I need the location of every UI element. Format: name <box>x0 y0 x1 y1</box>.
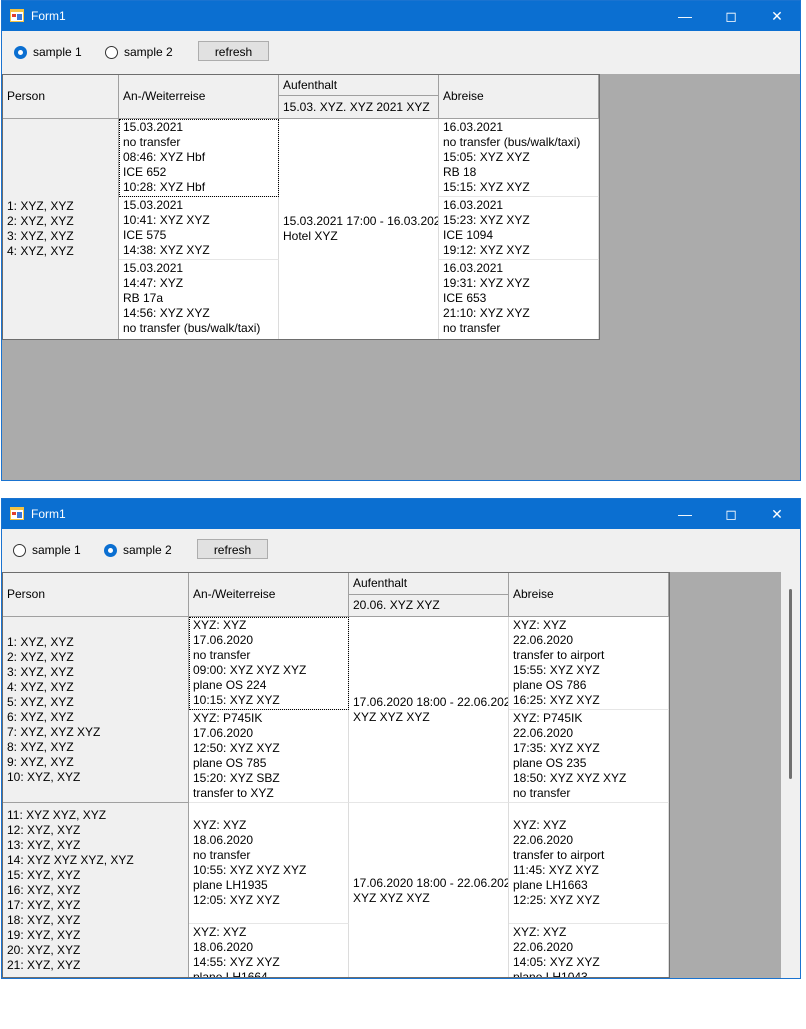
toolbar: sample 1 sample 2 refresh <box>2 529 800 572</box>
header-aufenthalt[interactable]: Aufenthalt <box>279 75 439 96</box>
app-icon <box>10 507 24 520</box>
radio-label: sample 2 <box>123 543 172 557</box>
radio-sample-1[interactable]: sample 1 <box>14 44 82 60</box>
form-window: Form1 — ◻ ✕ sample 1 sample 2 refresh Pe… <box>1 498 801 979</box>
scrollbar-thumb[interactable] <box>789 589 792 779</box>
departure-cell[interactable]: XYZ: P745IK 22.06.2020 17:35: XYZ XYZ pl… <box>509 710 669 803</box>
radio-checked-icon <box>104 543 117 557</box>
minimize-icon[interactable]: — <box>662 1 708 31</box>
refresh-button[interactable]: refresh <box>197 539 268 559</box>
radio-label: sample 1 <box>32 543 81 557</box>
departure-cell[interactable]: XYZ: XYZ 22.06.2020 14:05: XYZ XYZ plane… <box>509 924 669 977</box>
header-abreise[interactable]: Abreise <box>509 573 669 617</box>
radio-label: sample 1 <box>33 45 82 59</box>
form-window: Form1 — ◻ ✕ sample 1 sample 2 refresh Pe… <box>1 0 801 481</box>
arrival-cell[interactable]: XYZ: XYZ 18.06.2020 14:55: XYZ XYZ plane… <box>189 924 349 977</box>
stay-cell[interactable]: 15.03.2021 17:00 - 16.03.2021 1 Hotel XY… <box>279 119 439 339</box>
person-cell[interactable]: 1: XYZ, XYZ 2: XYZ, XYZ 3: XYZ, XYZ 4: X… <box>3 119 119 339</box>
radio-unchecked-icon <box>13 543 26 557</box>
departure-cell[interactable]: XYZ: XYZ 22.06.2020 transfer to airport … <box>509 617 669 710</box>
vertical-scrollbar[interactable] <box>781 572 800 978</box>
data-grid[interactable]: Person An-/Weiterreise Aufenthalt 20.06.… <box>2 572 670 978</box>
person-cell[interactable]: 1: XYZ, XYZ 2: XYZ, XYZ 3: XYZ, XYZ 4: X… <box>3 617 189 803</box>
maximize-icon[interactable]: ◻ <box>708 1 754 31</box>
refresh-button[interactable]: refresh <box>198 41 269 61</box>
toolbar: sample 1 sample 2 refresh <box>2 31 800 74</box>
departure-cell[interactable]: XYZ: XYZ 22.06.2020 transfer to airport … <box>509 803 669 924</box>
radio-sample-1[interactable]: sample 1 <box>13 542 81 558</box>
header-person[interactable]: Person <box>3 75 119 119</box>
stay-cell[interactable]: 17.06.2020 18:00 - 22.06.2020 ( XYZ XYZ … <box>349 617 509 803</box>
app-icon <box>10 9 24 22</box>
title-bar[interactable]: Form1 — ◻ ✕ <box>2 499 800 529</box>
arrival-cell[interactable]: 15.03.2021 10:41: XYZ XYZ ICE 575 14:38:… <box>119 197 279 260</box>
title-bar[interactable]: Form1 — ◻ ✕ <box>2 1 800 31</box>
close-icon[interactable]: ✕ <box>754 499 800 529</box>
header-person[interactable]: Person <box>3 573 189 617</box>
departure-cell[interactable]: 16.03.2021 19:31: XYZ XYZ ICE 653 21:10:… <box>439 260 599 339</box>
maximize-icon[interactable]: ◻ <box>708 499 754 529</box>
stay-cell[interactable]: 17.06.2020 18:00 - 22.06.2020 ( XYZ XYZ … <box>349 803 509 977</box>
person-cell[interactable]: 11: XYZ XYZ, XYZ 12: XYZ, XYZ 13: XYZ, X… <box>3 803 189 977</box>
grid-area: Person An-/Weiterreise Aufenthalt 20.06.… <box>2 572 800 978</box>
header-aufenthalt-sub[interactable]: 15.03. XYZ. XYZ 2021 XYZ <box>279 96 439 119</box>
radio-unchecked-icon <box>105 45 118 59</box>
arrival-cell[interactable]: XYZ: P745IK 17.06.2020 12:50: XYZ XYZ pl… <box>189 710 349 803</box>
close-icon[interactable]: ✕ <box>754 1 800 31</box>
header-anreise[interactable]: An-/Weiterreise <box>119 75 279 119</box>
departure-cell[interactable]: 16.03.2021 15:23: XYZ XYZ ICE 1094 19:12… <box>439 197 599 260</box>
arrival-cell[interactable]: 15.03.2021 14:47: XYZ RB 17a 14:56: XYZ … <box>119 260 279 339</box>
header-abreise[interactable]: Abreise <box>439 75 599 119</box>
window-title: Form1 <box>31 9 66 23</box>
radio-label: sample 2 <box>124 45 173 59</box>
arrival-cell[interactable]: XYZ: XYZ 17.06.2020 no transfer 09:00: X… <box>189 617 349 710</box>
radio-sample-2[interactable]: sample 2 <box>105 44 173 60</box>
radio-sample-2[interactable]: sample 2 <box>104 542 172 558</box>
header-aufenthalt-sub[interactable]: 20.06. XYZ XYZ <box>349 595 509 617</box>
header-aufenthalt[interactable]: Aufenthalt <box>349 573 509 595</box>
minimize-icon[interactable]: — <box>662 499 708 529</box>
radio-checked-icon <box>14 45 27 59</box>
arrival-cell[interactable]: 15.03.2021 no transfer 08:46: XYZ Hbf IC… <box>119 119 279 197</box>
data-grid[interactable]: Person An-/Weiterreise Aufenthalt 15.03.… <box>2 74 600 340</box>
grid-area: Person An-/Weiterreise Aufenthalt 15.03.… <box>2 74 800 480</box>
arrival-cell[interactable]: XYZ: XYZ 18.06.2020 no transfer 10:55: X… <box>189 803 349 924</box>
window-title: Form1 <box>31 507 66 521</box>
header-anreise[interactable]: An-/Weiterreise <box>189 573 349 617</box>
departure-cell[interactable]: 16.03.2021 no transfer (bus/walk/taxi) 1… <box>439 119 599 197</box>
